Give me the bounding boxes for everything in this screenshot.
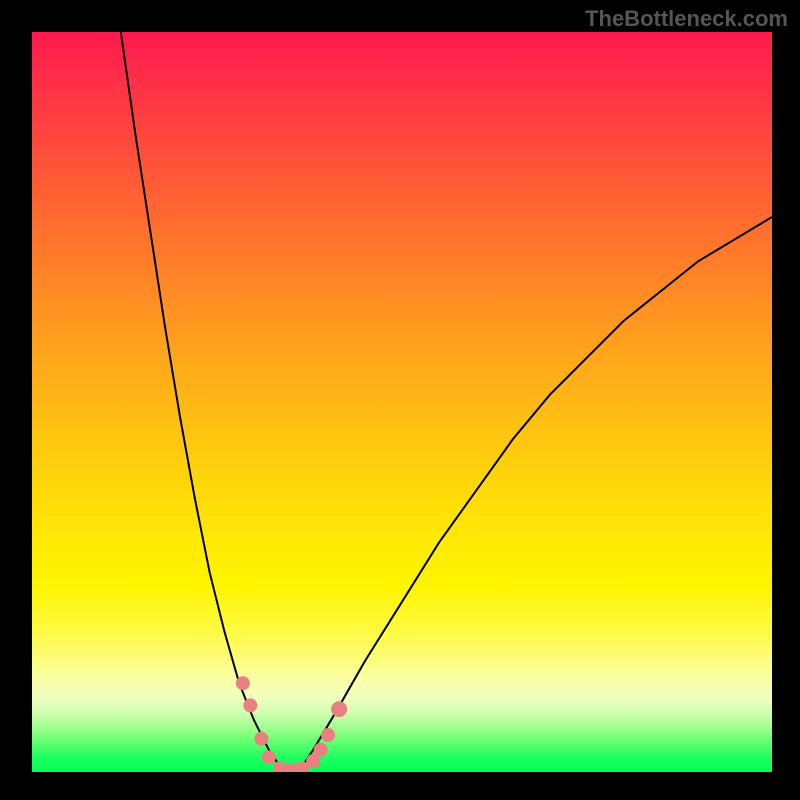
watermark-text: TheBottleneck.com xyxy=(585,6,788,32)
plot-area xyxy=(32,32,772,772)
marker-dot xyxy=(331,701,347,717)
marker-dot xyxy=(314,743,328,757)
marker-dot xyxy=(236,676,250,690)
marker-dot xyxy=(254,732,268,746)
chart-svg xyxy=(32,32,772,772)
curve-right-curve xyxy=(298,217,772,772)
marker-dot xyxy=(243,698,257,712)
curve-left-curve xyxy=(121,32,284,772)
marker-dot xyxy=(262,750,276,764)
marker-dot xyxy=(321,728,335,742)
